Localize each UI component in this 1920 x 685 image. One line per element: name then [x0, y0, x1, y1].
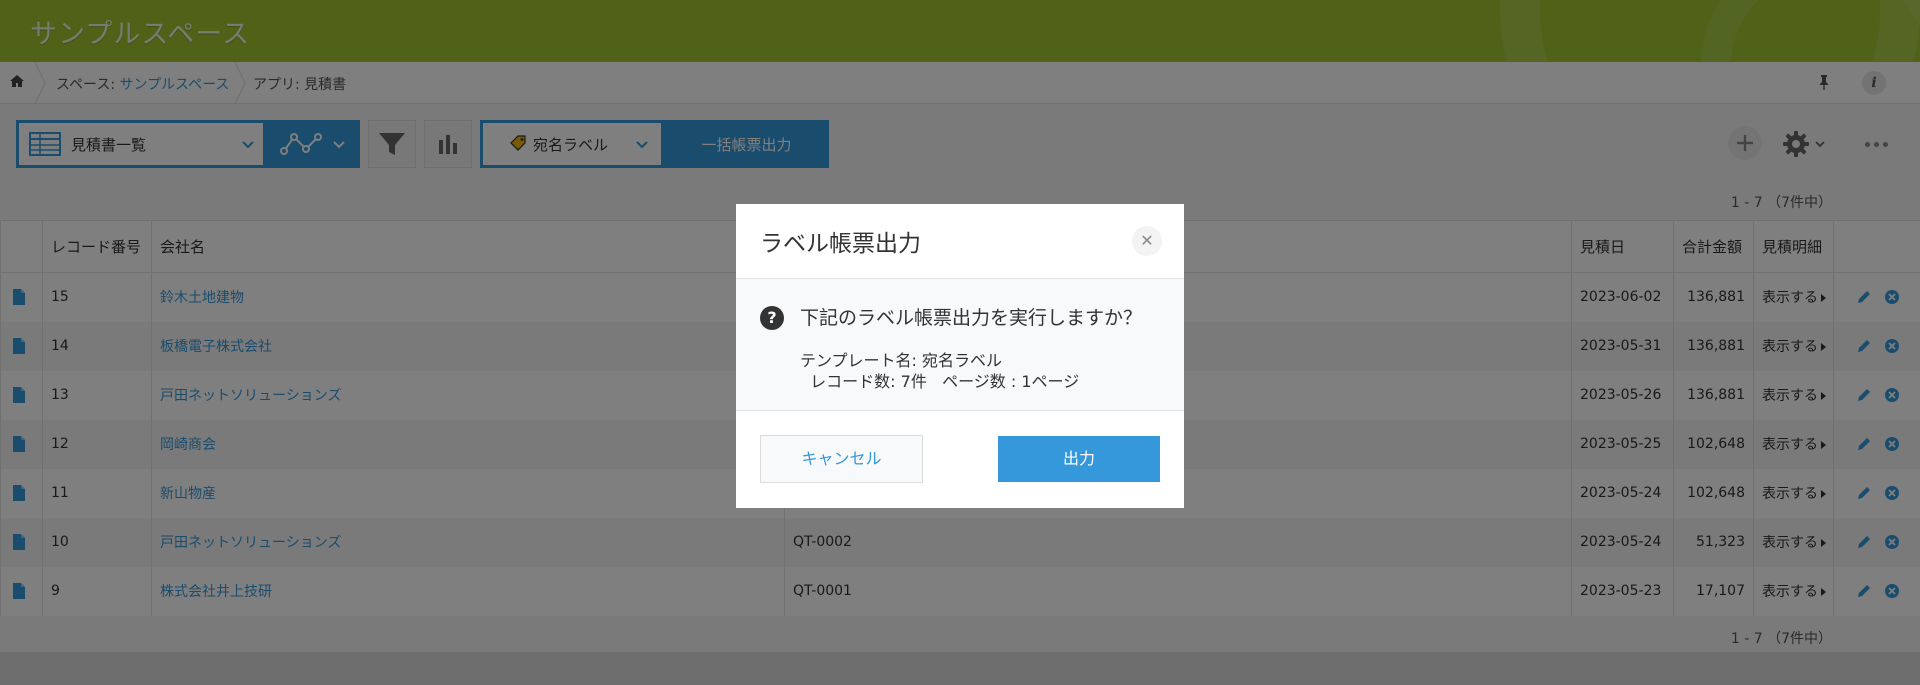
label-print-dialog: ラベル帳票出力 ✕ ? 下記のラベル帳票出力を実行しますか？ テンプレート名: …: [736, 204, 1184, 508]
dialog-title: ラベル帳票出力: [760, 231, 921, 257]
close-icon[interactable]: ✕: [1132, 226, 1162, 256]
dialog-header: ラベル帳票出力 ✕: [736, 204, 1184, 279]
dialog-body: ? 下記のラベル帳票出力を実行しますか？ テンプレート名: 宛名ラベル レコード…: [736, 279, 1184, 411]
dialog-question: 下記のラベル帳票出力を実行しますか？: [800, 307, 1143, 329]
record-count-line: レコード数: 7件 ページ数 : 1ページ: [800, 372, 1080, 391]
cancel-button[interactable]: キャンセル: [760, 435, 923, 483]
question-icon: ?: [760, 306, 784, 330]
output-button[interactable]: 出力: [998, 436, 1160, 482]
